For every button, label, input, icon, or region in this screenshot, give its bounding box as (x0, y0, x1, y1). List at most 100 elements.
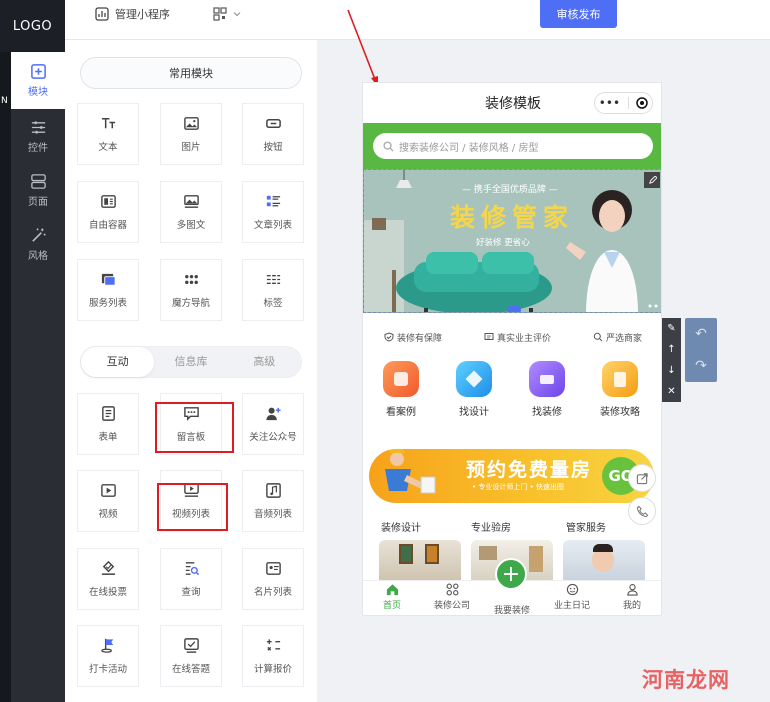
tile-calculate-quote[interactable]: 计算报价 (242, 625, 304, 687)
quick-entry-cases[interactable]: 看案例 (371, 361, 431, 418)
phone-tab-renovate[interactable]: 我要装修 (487, 603, 537, 615)
pencil-icon[interactable]: ✎ (667, 323, 675, 334)
tile-image[interactable]: 图片 (160, 103, 222, 165)
banner-subtitle: — 携手全国优质品牌 — (462, 185, 558, 195)
phone-tab-home[interactable]: 首页 (367, 583, 417, 611)
manage-miniprogram-button[interactable]: 管理小程序 (95, 0, 170, 28)
quick-entry-design[interactable]: 找设计 (444, 361, 504, 418)
nav-label-modules: 模块 (28, 87, 48, 98)
qr-code-icon (213, 7, 227, 21)
shield-check-icon (384, 332, 394, 342)
diary-icon (566, 583, 578, 596)
container-icon (100, 195, 116, 208)
search-icon (383, 140, 394, 152)
section-design[interactable]: 装修设计 (381, 519, 421, 534)
design-thumbnail[interactable] (379, 540, 461, 580)
more-dots-icon: ••• (598, 96, 621, 110)
edit-banner-button[interactable] (644, 172, 660, 188)
quick-entry-guide[interactable]: 装修攻略 (590, 361, 650, 418)
publish-button[interactable]: 审核发布 (540, 0, 617, 28)
nav-tab-modules[interactable]: 模块 (11, 52, 65, 109)
tile-tag[interactable]: 标签 (242, 259, 304, 321)
redo-icon[interactable]: ↷ (695, 358, 707, 374)
multi-image-text-icon (183, 195, 199, 208)
nav-tab-pages[interactable]: 页面 (11, 163, 65, 217)
common-modules-header: 常用模块 (80, 57, 302, 89)
tile-article-list[interactable]: 文章列表 (242, 181, 304, 243)
section-inspection[interactable]: 专业验房 (471, 519, 511, 534)
tile-follow-account[interactable]: 关注公众号 (242, 393, 304, 455)
pencil-icon (648, 175, 657, 184)
guarantee-item: 装修有保障 (384, 331, 442, 344)
arrow-down-icon[interactable]: ↓ (667, 365, 675, 376)
tag-icon (266, 275, 280, 284)
diamond-icon (456, 361, 492, 397)
tile-grid-nav[interactable]: 魔方导航 (160, 259, 222, 321)
highlight-message-board (155, 402, 234, 453)
tile-free-container[interactable]: 自由容器 (77, 181, 139, 243)
magnifier-icon (593, 332, 603, 342)
miniprogram-capsule[interactable]: ••• (594, 92, 653, 114)
tab-interact[interactable]: 互动 (81, 347, 155, 377)
quick-entry-label: 找装修 (532, 407, 562, 418)
tile-video[interactable]: 视频 (77, 470, 139, 532)
section-butler[interactable]: 管家服务 (566, 519, 606, 534)
phone-call-button[interactable] (628, 497, 656, 525)
query-icon (185, 562, 199, 576)
tile-label: 多图文 (176, 220, 206, 231)
tile-checkin[interactable]: 打卡活动 (77, 625, 139, 687)
arrow-up-icon[interactable]: ↑ (667, 344, 675, 355)
tile-form[interactable]: 表单 (77, 393, 139, 455)
hero-banner[interactable]: — 携手全国优质品牌 — 装修管家 好装修 更省心 (363, 169, 661, 313)
tile-label: 音频列表 (253, 509, 292, 520)
phone-tab-mine[interactable]: 我的 (607, 583, 657, 611)
search-input[interactable]: 搜索装修公司 / 装修风格 / 房型 (373, 133, 653, 159)
home-icon (386, 584, 398, 596)
tile-label: 魔方导航 (171, 298, 210, 309)
tile-card-list[interactable]: 名片列表 (242, 548, 304, 610)
phone-tab-diary[interactable]: 业主日记 (547, 583, 597, 611)
nav-label-style: 风格 (28, 250, 48, 262)
nav-tab-style[interactable]: 风格 (11, 217, 65, 271)
tile-label: 表单 (98, 432, 118, 443)
tab-advanced[interactable]: 高级 (228, 347, 301, 377)
sidebar-nav: 模块 控件 页面 风格 (11, 52, 65, 702)
tile-multi-image-text[interactable]: 多图文 (160, 181, 222, 243)
phone-tab-label: 我的 (622, 601, 641, 611)
tile-online-quiz[interactable]: 在线答题 (160, 625, 222, 687)
center-plus-button[interactable]: + (495, 558, 527, 590)
search-placeholder: 搜索装修公司 / 装修风格 / 房型 (399, 142, 539, 154)
phone-preview: 装修模板 ••• 搜索装修公司 / 装修风格 / 房型 — 携手全国优质品牌 —… (362, 82, 662, 616)
close-icon[interactable]: ✕ (667, 386, 675, 397)
nav-label-controls: 控件 (28, 142, 48, 154)
share-icon (636, 472, 648, 484)
promo-banner[interactable]: 预约免费量房 • 专业设计师上门 • 快速出图 GO (369, 449, 654, 503)
chart-icon (95, 7, 109, 21)
tile-label: 在线投票 (88, 587, 127, 598)
logo: LOGO (0, 0, 65, 52)
quiz-icon (183, 638, 199, 653)
quick-entry-renovation[interactable]: 找装修 (517, 361, 577, 418)
tile-label: 计算报价 (253, 664, 292, 675)
undo-icon[interactable]: ↶ (695, 326, 707, 342)
manage-label: 管理小程序 (115, 8, 170, 21)
nav-tab-controls[interactable]: 控件 (11, 109, 65, 163)
tile-button[interactable]: 按钮 (242, 103, 304, 165)
banner-resize-handle[interactable] (507, 306, 521, 312)
qr-code-button[interactable] (213, 0, 241, 28)
tile-audio-list[interactable]: 音频列表 (242, 470, 304, 532)
tile-online-vote[interactable]: 在线投票 (77, 548, 139, 610)
tile-label: 自由容器 (88, 220, 127, 231)
guide-book-icon (602, 361, 638, 397)
tab-info-library[interactable]: 信息库 (154, 347, 227, 377)
tile-query[interactable]: 查询 (160, 548, 222, 610)
capsule-divider (627, 97, 629, 109)
share-button[interactable] (628, 464, 656, 492)
phone-tab-companies[interactable]: 装修公司 (427, 583, 477, 611)
tile-label: 关注公众号 (249, 432, 297, 443)
tile-text[interactable]: 文本 (77, 103, 139, 165)
tile-service-list[interactable]: 服务列表 (77, 259, 139, 321)
guarantee-item: 真实业主评价 (484, 331, 551, 344)
butler-thumbnail[interactable] (563, 540, 645, 580)
tile-label: 视频 (98, 509, 118, 520)
